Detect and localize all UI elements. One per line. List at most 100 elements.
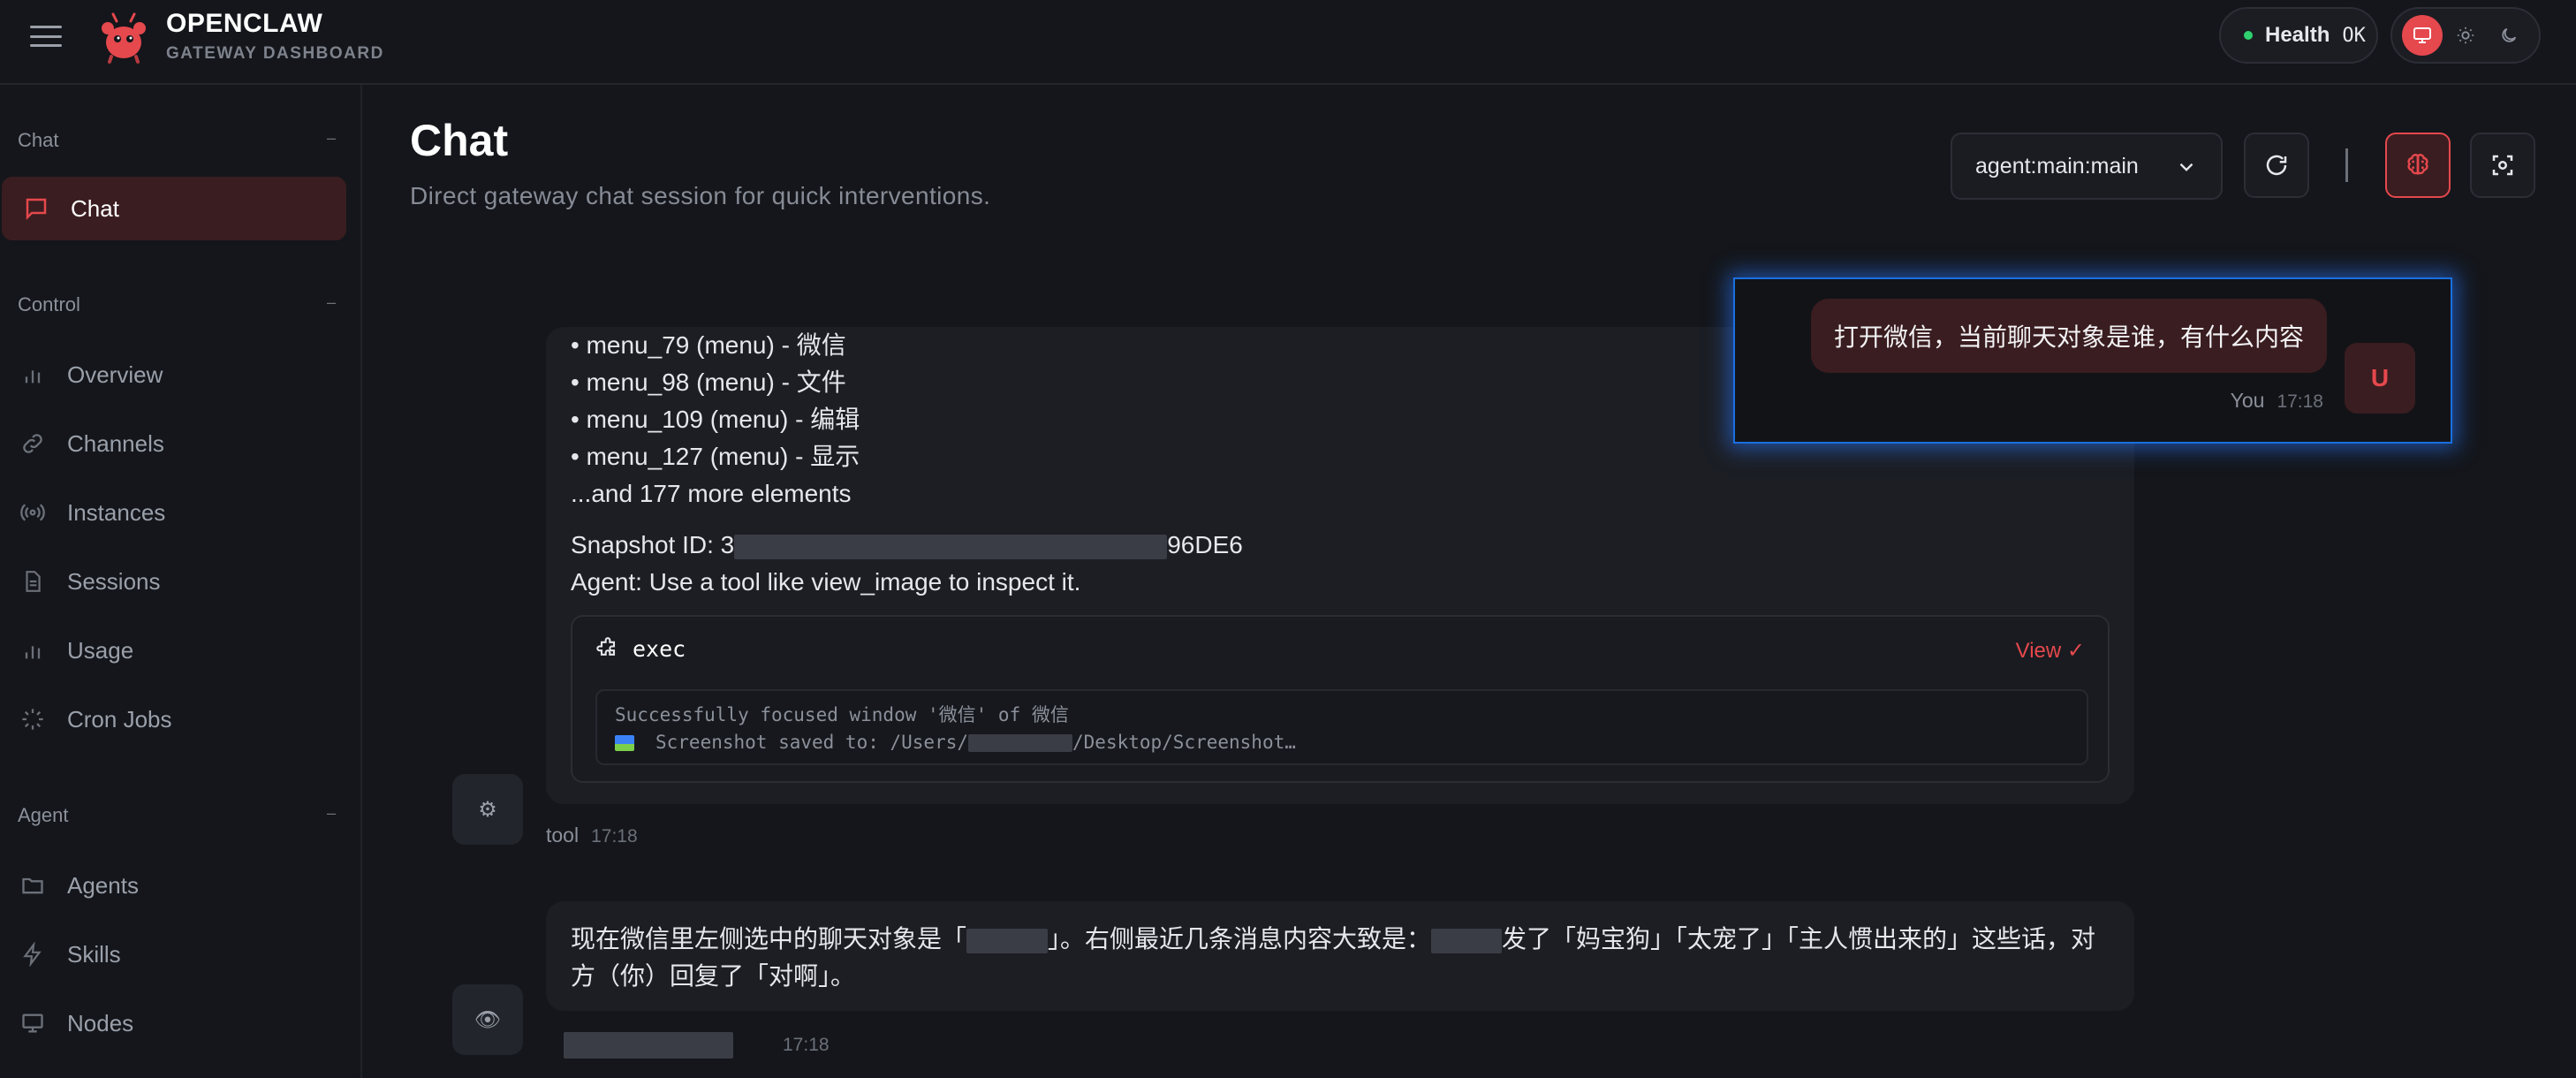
- sidebar-item-label: Chat: [71, 194, 119, 222]
- tool-name: exec: [633, 636, 686, 662]
- sidebar-item-channels[interactable]: Channels: [18, 412, 345, 475]
- focus-mode-button[interactable]: [2470, 133, 2535, 198]
- sidebar-item-label: Nodes: [67, 1009, 134, 1036]
- bar-chart-icon: [18, 360, 48, 390]
- page-title: Chat: [410, 116, 509, 165]
- snapshot-id: Snapshot ID: 3 96DE6: [571, 527, 1243, 564]
- sidebar-item-nodes[interactable]: Nodes: [18, 991, 345, 1055]
- user-message-group: 打开微信，当前聊天对象是谁，有什么内容 You 17:18 U: [1733, 277, 2452, 444]
- assistant-message-card: 现在微信里左侧选中的聊天对象是「 」。右侧最近几条消息内容大致是： 发了「妈宝狗」「…: [546, 901, 2134, 1011]
- sidebar-item-label: Overview: [67, 361, 163, 388]
- section-title: Agent: [18, 804, 69, 826]
- puzzle-icon: [596, 636, 616, 656]
- health-label: Health: [2265, 23, 2330, 47]
- monitor-icon: [2413, 27, 2432, 43]
- text-segment: 方（你）回复了「对啊」。: [571, 962, 856, 990]
- path-prefix: Screenshot saved to: /Users/: [655, 732, 969, 753]
- loader-icon: [18, 704, 48, 734]
- sidebar-item-label: Sessions: [67, 567, 161, 595]
- section-control[interactable]: Control –: [18, 293, 336, 316]
- redacted-block: [1431, 928, 1503, 953]
- moon-icon: [2501, 27, 2516, 42]
- tool-call-card: exec View ✓ Successfully focused window …: [571, 615, 2110, 783]
- user-message-text: 打开微信，当前聊天对象是谁，有什么内容: [1833, 323, 2304, 351]
- sidebar-item-instances[interactable]: Instances: [18, 481, 345, 544]
- tool-output-lines: • menu_79 (menu) - 微信 • menu_98 (menu) -…: [571, 327, 860, 512]
- agent-select-value: agent:main:main: [1975, 153, 2139, 178]
- agent-hint: Agent: Use a tool like view_image to ins…: [571, 568, 1081, 596]
- section-chat[interactable]: Chat –: [18, 129, 336, 152]
- redacted-block: [734, 534, 1168, 559]
- assistant-text: 现在微信里左侧选中的聊天对象是「 」。右侧最近几条消息内容大致是： 发了「妈宝狗」「…: [571, 921, 2110, 995]
- link-icon: [18, 429, 48, 459]
- sidebar-item-usage[interactable]: Usage: [18, 619, 345, 682]
- theme-switch: [2390, 7, 2541, 64]
- file-text-icon: [18, 566, 48, 596]
- theme-dark-button[interactable]: [2489, 15, 2529, 56]
- eye-icon: 👁: [474, 1007, 502, 1032]
- monitor-icon: [18, 1008, 48, 1038]
- menu-icon[interactable]: [30, 23, 62, 49]
- text-segment: 现在微信里左侧选中的聊天对象是「: [571, 925, 967, 953]
- openclaw-logo: [102, 12, 146, 64]
- sender-name: You: [2230, 389, 2265, 412]
- sidebar-item-label: Instances: [67, 498, 166, 526]
- user-avatar: U: [2345, 343, 2415, 414]
- sidebar-item-cron-jobs[interactable]: Cron Jobs: [18, 687, 345, 751]
- sidebar-item-sessions[interactable]: Sessions: [18, 550, 345, 613]
- health-value: OK: [2342, 24, 2366, 47]
- sidebar-item-chat[interactable]: Chat: [2, 177, 346, 240]
- radio-icon: [18, 497, 48, 528]
- top-bar: OPENCLAW GATEWAY DASHBOARD Health OK: [0, 0, 2576, 85]
- toolbar-divider: [2345, 148, 2348, 182]
- collapse-toggle[interactable]: –: [327, 129, 336, 152]
- gear-icon: ⚙: [478, 797, 497, 822]
- tool-message-meta: tool 17:18: [546, 824, 638, 847]
- output-line: ...and 177 more elements: [571, 480, 852, 507]
- sidebar-item-overview[interactable]: Overview: [18, 343, 345, 406]
- timestamp: 17:18: [591, 826, 638, 846]
- refresh-button[interactable]: [2244, 133, 2309, 198]
- output-line: • menu_127 (menu) - 显示: [571, 443, 860, 470]
- health-status[interactable]: Health OK: [2219, 7, 2378, 64]
- text-segment: 」。右侧最近几条消息内容大致是：: [1048, 925, 1432, 953]
- sidebar: Chat – Chat Control – Overview Channels …: [0, 85, 362, 1078]
- image-icon: [615, 735, 634, 751]
- timestamp: 17:18: [783, 1035, 830, 1056]
- zap-icon: [18, 939, 48, 969]
- assistant-message-meta: 17:18: [564, 1032, 830, 1059]
- theme-light-button[interactable]: [2445, 15, 2486, 56]
- section-agent[interactable]: Agent –: [18, 804, 336, 827]
- sidebar-item-agents[interactable]: Agents: [18, 854, 345, 917]
- sidebar-item-skills[interactable]: Skills: [18, 922, 345, 986]
- theme-system-button[interactable]: [2402, 15, 2443, 56]
- collapse-toggle[interactable]: –: [327, 804, 336, 827]
- path-suffix: /Desktop/Screenshot…: [1072, 732, 1296, 753]
- brand-subtitle: GATEWAY DASHBOARD: [166, 44, 384, 63]
- redacted-block: [968, 734, 1073, 752]
- page-subtitle: Direct gateway chat session for quick in…: [410, 182, 991, 209]
- sender-name: tool: [546, 824, 580, 846]
- text-segment: 发了「妈宝狗」「太宠了」「主人惯出来的」这些话，对: [1502, 925, 2096, 953]
- tool-output-preview: Successfully focused window '微信' of 微信 S…: [595, 689, 2088, 765]
- status-dot: [2244, 31, 2253, 40]
- tool-call-header: exec: [595, 636, 686, 662]
- bar-chart-icon: [18, 635, 48, 665]
- output-line: • menu_79 (menu) - 微信: [571, 331, 846, 359]
- thinking-toggle-button[interactable]: [2385, 133, 2451, 198]
- message-square-icon: [21, 194, 51, 224]
- sun-icon: [2457, 27, 2474, 44]
- section-title: Control: [18, 293, 80, 315]
- output-line: • menu_109 (menu) - 编辑: [571, 406, 860, 433]
- output-line: Screenshot saved to: /Users/ /Desktop/Scr…: [615, 729, 2069, 756]
- view-button[interactable]: View ✓: [2016, 638, 2085, 664]
- redacted-sender: [564, 1032, 733, 1059]
- agent-session-select[interactable]: agent:main:main: [1951, 133, 2223, 200]
- brand-title: OPENCLAW: [166, 9, 323, 38]
- folder-icon: [18, 870, 48, 900]
- collapse-toggle[interactable]: –: [327, 293, 336, 316]
- sidebar-item-label: Channels: [67, 429, 164, 457]
- section-title: Chat: [18, 129, 59, 151]
- sidebar-item-label: Cron Jobs: [67, 705, 172, 733]
- snapshot-id-prefix: Snapshot ID: 3: [571, 531, 735, 558]
